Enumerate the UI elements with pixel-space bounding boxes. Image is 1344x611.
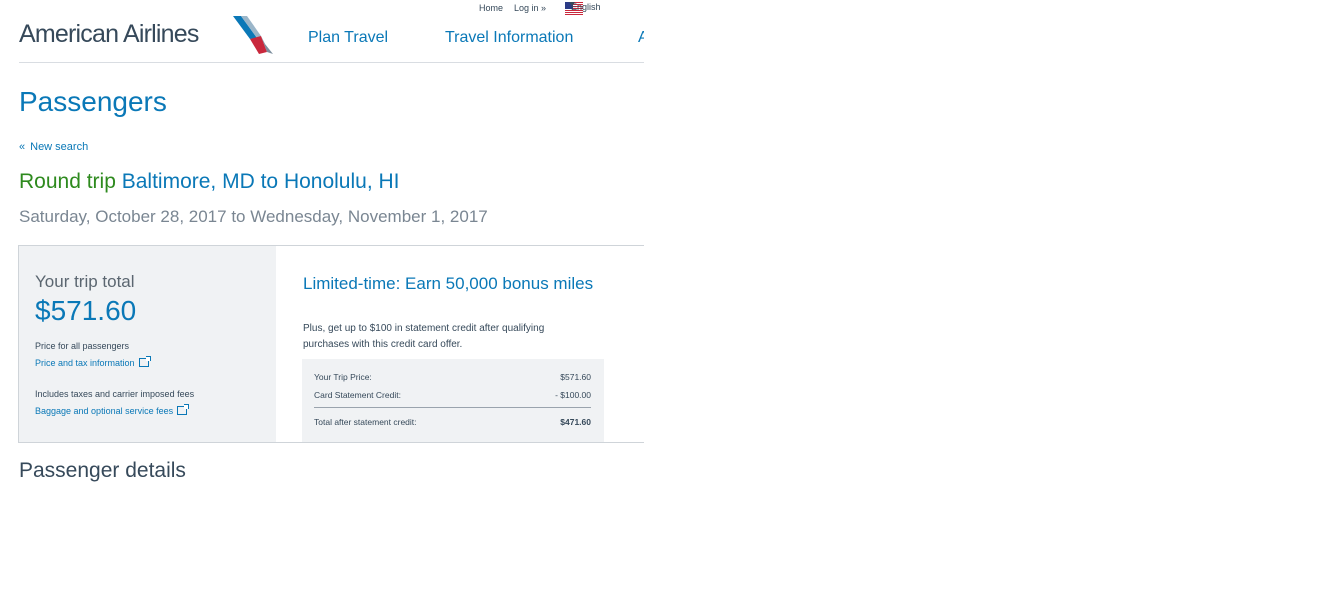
trip-total-column: Your trip total $571.60 Price for all pa… xyxy=(19,246,276,442)
passenger-details-heading: Passenger details xyxy=(19,459,186,482)
trip-total-label: Your trip total xyxy=(35,272,135,291)
calc-label: Your Trip Price: xyxy=(314,372,372,382)
calc-value: - $100.00 xyxy=(555,390,591,400)
caret-down-icon xyxy=(569,2,575,6)
price-tax-info-link[interactable]: Price and tax information xyxy=(35,356,151,368)
trip-summary-panel: Your trip total $571.60 Price for all pa… xyxy=(18,245,644,443)
brand-wordmark[interactable]: American Airlines xyxy=(19,20,199,49)
home-link[interactable]: Home xyxy=(479,3,503,13)
calc-row-statement-credit: Card Statement Credit: - $100.00 xyxy=(314,390,591,400)
promo-text: Plus, get up to $100 in statement credit… xyxy=(303,323,545,350)
trip-total-value: $571.60 xyxy=(35,295,137,326)
trip-dates: Saturday, October 28, 2017 to Wednesday,… xyxy=(19,207,488,226)
header-divider xyxy=(19,62,644,63)
calc-row-trip-price: Your Trip Price: $571.60 xyxy=(314,372,591,382)
new-search-label: New search xyxy=(30,141,89,153)
fees-note: Includes taxes and carrier imposed fees xyxy=(35,389,195,399)
price-tax-info-label: Price and tax information xyxy=(35,358,135,368)
external-link-icon xyxy=(177,404,190,415)
page-title: Passengers xyxy=(19,86,167,117)
aa-logo-icon[interactable] xyxy=(231,14,275,56)
calc-value: $471.60 xyxy=(560,417,591,427)
login-link[interactable]: Log in » xyxy=(514,3,546,13)
promo-title[interactable]: Limited-time: Earn 50,000 bonus miles xyxy=(303,272,603,296)
calc-label: Card Statement Credit: xyxy=(314,390,401,400)
promo-calculation-box: Your Trip Price: $571.60 Card Statement … xyxy=(302,359,604,442)
nav-truncated-item[interactable]: A xyxy=(638,29,644,47)
price-note: Price for all passengers xyxy=(35,341,130,351)
nav-plan-travel[interactable]: Plan Travel xyxy=(308,29,388,47)
baggage-fees-label: Baggage and optional service fees xyxy=(35,406,174,416)
trip-route-heading: Round trip Baltimore, MD to Honolulu, HI xyxy=(19,170,400,194)
trip-route: Baltimore, MD to Honolulu, HI xyxy=(121,170,400,193)
calc-divider xyxy=(314,407,591,408)
trip-type: Round trip xyxy=(19,170,116,193)
baggage-fees-link[interactable]: Baggage and optional service fees xyxy=(35,404,190,416)
calc-row-total: Total after statement credit: $471.60 xyxy=(314,417,591,427)
calc-label: Total after statement credit: xyxy=(314,417,417,427)
nav-travel-information[interactable]: Travel Information xyxy=(445,29,573,47)
new-search-link[interactable]: « New search xyxy=(19,141,88,153)
page-viewport: Home Log in » English American Airlines … xyxy=(0,0,644,611)
external-link-icon xyxy=(138,356,151,367)
calc-value: $571.60 xyxy=(560,372,591,382)
language-label: English xyxy=(571,2,601,12)
back-chevron-icon: « xyxy=(19,141,26,153)
